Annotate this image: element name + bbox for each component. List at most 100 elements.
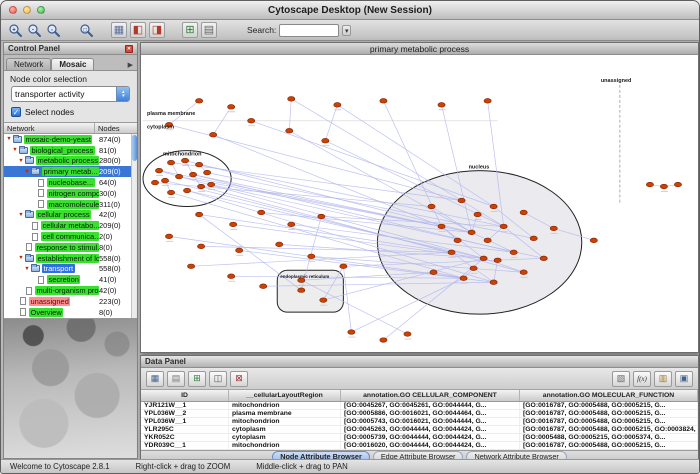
column-header[interactable]: __cellularLayoutRegion bbox=[229, 390, 341, 401]
tree-row[interactable]: nucleobase...64(0) bbox=[4, 177, 131, 188]
data-panel-titlebar[interactable]: Data Panel bbox=[141, 356, 698, 368]
tree-row[interactable]: nitrogen compo...30(0) bbox=[4, 188, 131, 199]
tree-row[interactable]: secretion41(0) bbox=[4, 274, 131, 285]
tree-header-nodes[interactable]: Nodes bbox=[95, 123, 137, 133]
network-node[interactable] bbox=[448, 250, 455, 255]
node-color-dropdown[interactable]: transporter activity ▴▾ bbox=[11, 86, 130, 102]
network-node[interactable] bbox=[181, 158, 188, 163]
tab-mosaic[interactable]: Mosaic bbox=[51, 58, 94, 70]
network-node[interactable] bbox=[530, 236, 537, 241]
tree-scrollbar[interactable] bbox=[131, 134, 137, 318]
network-node[interactable] bbox=[484, 238, 491, 243]
select-nodes-checkbox[interactable] bbox=[11, 107, 21, 117]
hide-data-panel-icon[interactable]: ◨ bbox=[149, 22, 165, 38]
tree-row[interactable]: cellular metabo...209(0) bbox=[4, 220, 131, 231]
network-node[interactable] bbox=[490, 204, 497, 209]
network-node[interactable] bbox=[198, 184, 205, 189]
network-node[interactable] bbox=[380, 99, 387, 104]
network-node[interactable] bbox=[151, 180, 158, 185]
network-node[interactable] bbox=[258, 210, 265, 215]
network-node[interactable] bbox=[208, 182, 215, 187]
table-row[interactable]: YJR121W__1mitochondrion[GO:0045267, GO:0… bbox=[141, 402, 698, 410]
network-node[interactable] bbox=[195, 99, 202, 104]
network-node[interactable] bbox=[183, 188, 190, 193]
network-node[interactable] bbox=[438, 224, 445, 229]
expand-arrow-icon[interactable]: ▼ bbox=[24, 264, 30, 274]
tree-row[interactable]: multi-organism pro...42(0) bbox=[4, 285, 131, 296]
network-node[interactable] bbox=[430, 270, 437, 275]
network-node[interactable] bbox=[510, 250, 517, 255]
network-node[interactable] bbox=[404, 332, 411, 337]
table-row[interactable]: YPL036W__1mitochondrion[GO:0005743, GO:0… bbox=[141, 418, 698, 426]
network-node[interactable] bbox=[198, 244, 205, 249]
tree-header-network[interactable]: Network bbox=[4, 123, 95, 133]
expand-arrow-icon[interactable]: ▼ bbox=[6, 134, 12, 144]
network-node[interactable] bbox=[210, 132, 217, 137]
tree-row[interactable]: response to stimul...8(0) bbox=[4, 242, 131, 253]
network-node[interactable] bbox=[340, 264, 347, 269]
network-node[interactable] bbox=[308, 254, 315, 259]
network-node[interactable] bbox=[438, 103, 445, 108]
tree-scrollbar-thumb[interactable] bbox=[132, 135, 137, 161]
window-titlebar[interactable]: Cytoscape Desktop (New Session) bbox=[1, 1, 699, 20]
network-view-titlebar[interactable]: primary metabolic process bbox=[141, 43, 698, 55]
network-node[interactable] bbox=[195, 162, 202, 167]
attribute-editor-icon[interactable]: ▧ bbox=[612, 371, 630, 387]
tree-row[interactable]: ▼metabolic process280(0) bbox=[4, 156, 131, 167]
network-node[interactable] bbox=[228, 105, 235, 110]
unselect-attributes-icon[interactable]: ▤ bbox=[167, 371, 185, 387]
column-header[interactable]: annotation.GO MOLECULAR_FUNCTION bbox=[520, 390, 698, 401]
tree-row[interactable]: ▼biological_process81(0) bbox=[4, 145, 131, 156]
network-node[interactable] bbox=[276, 242, 283, 247]
table-row[interactable]: YPL036W__2plasma membrane[GO:0005886, GO… bbox=[141, 410, 698, 418]
network-node[interactable] bbox=[674, 182, 681, 187]
network-node[interactable] bbox=[230, 222, 237, 227]
network-node[interactable] bbox=[660, 184, 667, 189]
network-node[interactable] bbox=[590, 238, 597, 243]
overlay-grid-icon[interactable]: ▤ bbox=[201, 22, 217, 38]
search-dropdown-icon[interactable]: ▾ bbox=[342, 25, 351, 36]
network-node[interactable] bbox=[318, 214, 325, 219]
delete-attribute-icon[interactable]: ⊠ bbox=[230, 371, 248, 387]
network-node[interactable] bbox=[204, 170, 211, 175]
network-node[interactable] bbox=[646, 182, 653, 187]
save-attributes-icon[interactable]: ▣ bbox=[675, 371, 693, 387]
network-node[interactable] bbox=[248, 118, 255, 123]
zoom-in-icon[interactable]: + bbox=[7, 22, 23, 38]
control-panel-titlebar[interactable]: Control Panel bbox=[4, 43, 137, 55]
control-panel-close-icon[interactable] bbox=[125, 45, 133, 53]
search-input[interactable] bbox=[279, 24, 339, 37]
network-node[interactable] bbox=[474, 212, 481, 217]
network-node[interactable] bbox=[187, 264, 194, 269]
tab-scroll-right-icon[interactable]: ▶ bbox=[126, 60, 135, 70]
zoom-selected-icon[interactable]: ▫ bbox=[45, 22, 61, 38]
tree-row[interactable]: Overview8(0) bbox=[4, 307, 131, 318]
network-node[interactable] bbox=[288, 97, 295, 102]
network-node[interactable] bbox=[155, 168, 162, 173]
network-node[interactable] bbox=[322, 138, 329, 143]
expand-arrow-icon[interactable]: ▼ bbox=[12, 145, 18, 155]
close-window-button[interactable] bbox=[9, 6, 17, 14]
tree-row[interactable]: macromolecule...311(0) bbox=[4, 199, 131, 210]
network-node[interactable] bbox=[468, 230, 475, 235]
import-attributes-icon[interactable]: ▥ bbox=[654, 371, 672, 387]
tree-row[interactable]: ▼cellular process42(0) bbox=[4, 210, 131, 221]
network-node[interactable] bbox=[175, 174, 182, 179]
network-node[interactable] bbox=[167, 190, 174, 195]
network-node[interactable] bbox=[288, 222, 295, 227]
hide-control-panel-icon[interactable]: ◧ bbox=[130, 22, 146, 38]
network-node[interactable] bbox=[520, 270, 527, 275]
network-node[interactable] bbox=[334, 103, 341, 108]
network-node[interactable] bbox=[490, 280, 497, 285]
network-node[interactable] bbox=[550, 226, 557, 231]
network-node[interactable] bbox=[189, 172, 196, 177]
network-node[interactable] bbox=[161, 178, 168, 183]
network-node[interactable] bbox=[470, 266, 477, 271]
table-row[interactable]: YLR295Ccytoplasm[GO:0045263, GO:0044444,… bbox=[141, 426, 698, 434]
tree-row[interactable]: ▼primary metab...209(0) bbox=[4, 166, 131, 177]
tree-row[interactable]: ▼transport558(0) bbox=[4, 264, 131, 275]
network-node[interactable] bbox=[260, 284, 267, 289]
function-builder-icon[interactable]: f(x) bbox=[633, 371, 651, 387]
table-row[interactable]: YDR039C__1mitochondrion[GO:0016020, GO:0… bbox=[141, 442, 698, 450]
minimize-window-button[interactable] bbox=[23, 6, 31, 14]
